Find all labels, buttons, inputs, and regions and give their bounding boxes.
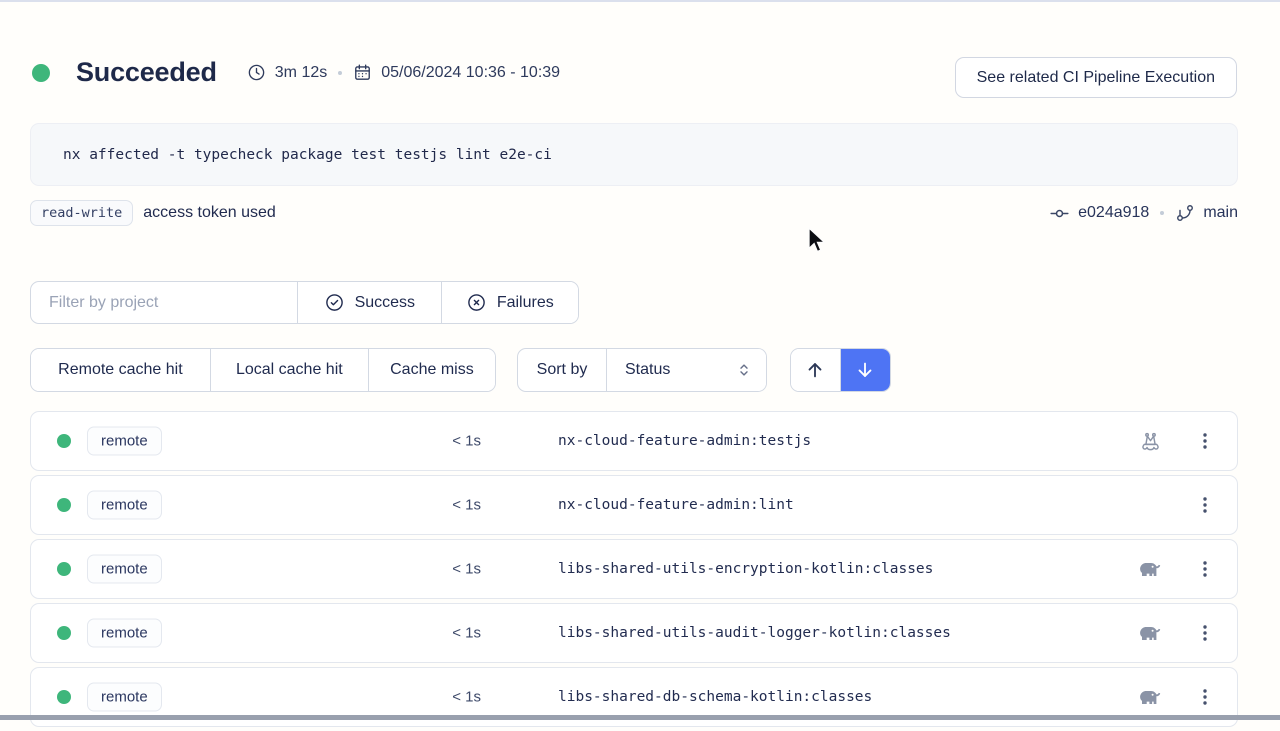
- filter-success-label: Success: [355, 294, 415, 312]
- git-branch-icon: [1175, 203, 1195, 223]
- tab-remote-cache-hit[interactable]: Remote cache hit: [31, 349, 210, 391]
- task-duration: < 1s: [391, 625, 481, 642]
- cache-source-badge: remote: [87, 491, 162, 520]
- kebab-menu-icon[interactable]: [1196, 432, 1214, 450]
- task-row[interactable]: remote < 1s libs-shared-utils-encryption…: [30, 539, 1238, 599]
- task-duration: < 1s: [391, 497, 481, 514]
- task-status-dot: [57, 562, 71, 576]
- filter-bar: Success Failures: [30, 281, 579, 324]
- cache-source-badge: remote: [87, 683, 162, 712]
- sort-ascending-button[interactable]: [791, 349, 840, 391]
- run-status-header: Succeeded 3m 12s 05/06/2024 10:36 - 10:3…: [32, 57, 560, 88]
- access-token-text: access token used: [143, 204, 276, 222]
- sort-direction-toggle: [790, 348, 891, 392]
- task-duration: < 1s: [391, 689, 481, 706]
- gradle-elephant-icon: [1137, 685, 1163, 709]
- run-duration-value: 3m 12s: [275, 64, 327, 82]
- cache-source-badge: remote: [87, 555, 162, 584]
- mouse-cursor: [806, 226, 829, 262]
- vcs-info: e024a918 main: [1049, 203, 1238, 224]
- task-name[interactable]: libs-shared-utils-audit-logger-kotlin:cl…: [558, 625, 951, 641]
- task-status-dot: [57, 626, 71, 640]
- filter-failures-button[interactable]: Failures: [442, 282, 578, 323]
- separator-dot: [1160, 211, 1164, 215]
- kebab-menu-icon[interactable]: [1196, 560, 1214, 578]
- token-row: read-write access token used e024a918 ma…: [30, 200, 1238, 226]
- task-duration: < 1s: [391, 561, 481, 578]
- sort-descending-button[interactable]: [841, 349, 891, 391]
- branch-name[interactable]: main: [1203, 204, 1238, 222]
- tab-local-cache-hit[interactable]: Local cache hit: [211, 349, 368, 391]
- task-name[interactable]: nx-cloud-feature-admin:testjs: [558, 433, 811, 449]
- sort-by-label: Sort by: [518, 349, 606, 391]
- access-token-badge: read-write: [30, 200, 133, 226]
- arrow-down-icon: [854, 359, 876, 381]
- tab-cache-miss[interactable]: Cache miss: [369, 349, 495, 391]
- jest-icon: [1137, 430, 1163, 453]
- commit-sha[interactable]: e024a918: [1078, 204, 1149, 222]
- gradle-elephant-icon: [1137, 621, 1163, 645]
- task-status-dot: [57, 434, 71, 448]
- separator-dot: [338, 71, 342, 75]
- task-name[interactable]: libs-shared-db-schema-kotlin:classes: [558, 689, 872, 705]
- top-border: [0, 0, 1280, 2]
- run-date: 05/06/2024 10:36 - 10:39: [353, 63, 560, 82]
- task-status-dot: [57, 498, 71, 512]
- run-date-value: 05/06/2024 10:36 - 10:39: [381, 64, 560, 82]
- cache-filter-tabs: Remote cache hit Local cache hit Cache m…: [30, 348, 496, 392]
- run-command-box: nx affected -t typecheck package test te…: [30, 123, 1238, 186]
- kebab-menu-icon[interactable]: [1196, 624, 1214, 642]
- task-row[interactable]: remote < 1s nx-cloud-feature-admin:lint: [30, 475, 1238, 535]
- page-title: Succeeded: [76, 57, 217, 88]
- task-duration: < 1s: [391, 433, 481, 450]
- task-name[interactable]: libs-shared-utils-encryption-kotlin:clas…: [558, 561, 933, 577]
- status-dot: [32, 64, 50, 82]
- calendar-icon: [353, 63, 372, 82]
- check-circle-icon: [324, 292, 345, 313]
- sort-field-select[interactable]: Status: [607, 349, 766, 391]
- sort-control: Sort by Status: [517, 348, 767, 392]
- chevron-up-down-icon: [735, 361, 753, 379]
- cache-source-badge: remote: [87, 619, 162, 648]
- filter-failures-label: Failures: [497, 294, 554, 312]
- task-list: remote < 1s nx-cloud-feature-admin:testj…: [30, 411, 1238, 731]
- kebab-menu-icon[interactable]: [1196, 496, 1214, 514]
- task-row[interactable]: remote < 1s nx-cloud-feature-admin:testj…: [30, 411, 1238, 471]
- clock-icon: [247, 63, 266, 82]
- run-command-text: nx affected -t typecheck package test te…: [63, 147, 552, 163]
- kebab-menu-icon[interactable]: [1196, 688, 1214, 706]
- run-duration: 3m 12s: [247, 63, 327, 82]
- related-ci-pipeline-button[interactable]: See related CI Pipeline Execution: [955, 57, 1237, 98]
- filter-project-input[interactable]: [31, 282, 297, 323]
- bottom-border: [0, 715, 1280, 720]
- arrow-up-icon: [804, 359, 826, 381]
- filter-success-button[interactable]: Success: [298, 282, 440, 323]
- cache-source-badge: remote: [87, 427, 162, 456]
- git-commit-icon: [1049, 203, 1070, 224]
- x-circle-icon: [466, 292, 487, 313]
- task-name[interactable]: nx-cloud-feature-admin:lint: [558, 497, 794, 513]
- gradle-elephant-icon: [1137, 557, 1163, 581]
- sort-selected-value: Status: [625, 361, 670, 379]
- task-status-dot: [57, 690, 71, 704]
- task-row[interactable]: remote < 1s libs-shared-utils-audit-logg…: [30, 603, 1238, 663]
